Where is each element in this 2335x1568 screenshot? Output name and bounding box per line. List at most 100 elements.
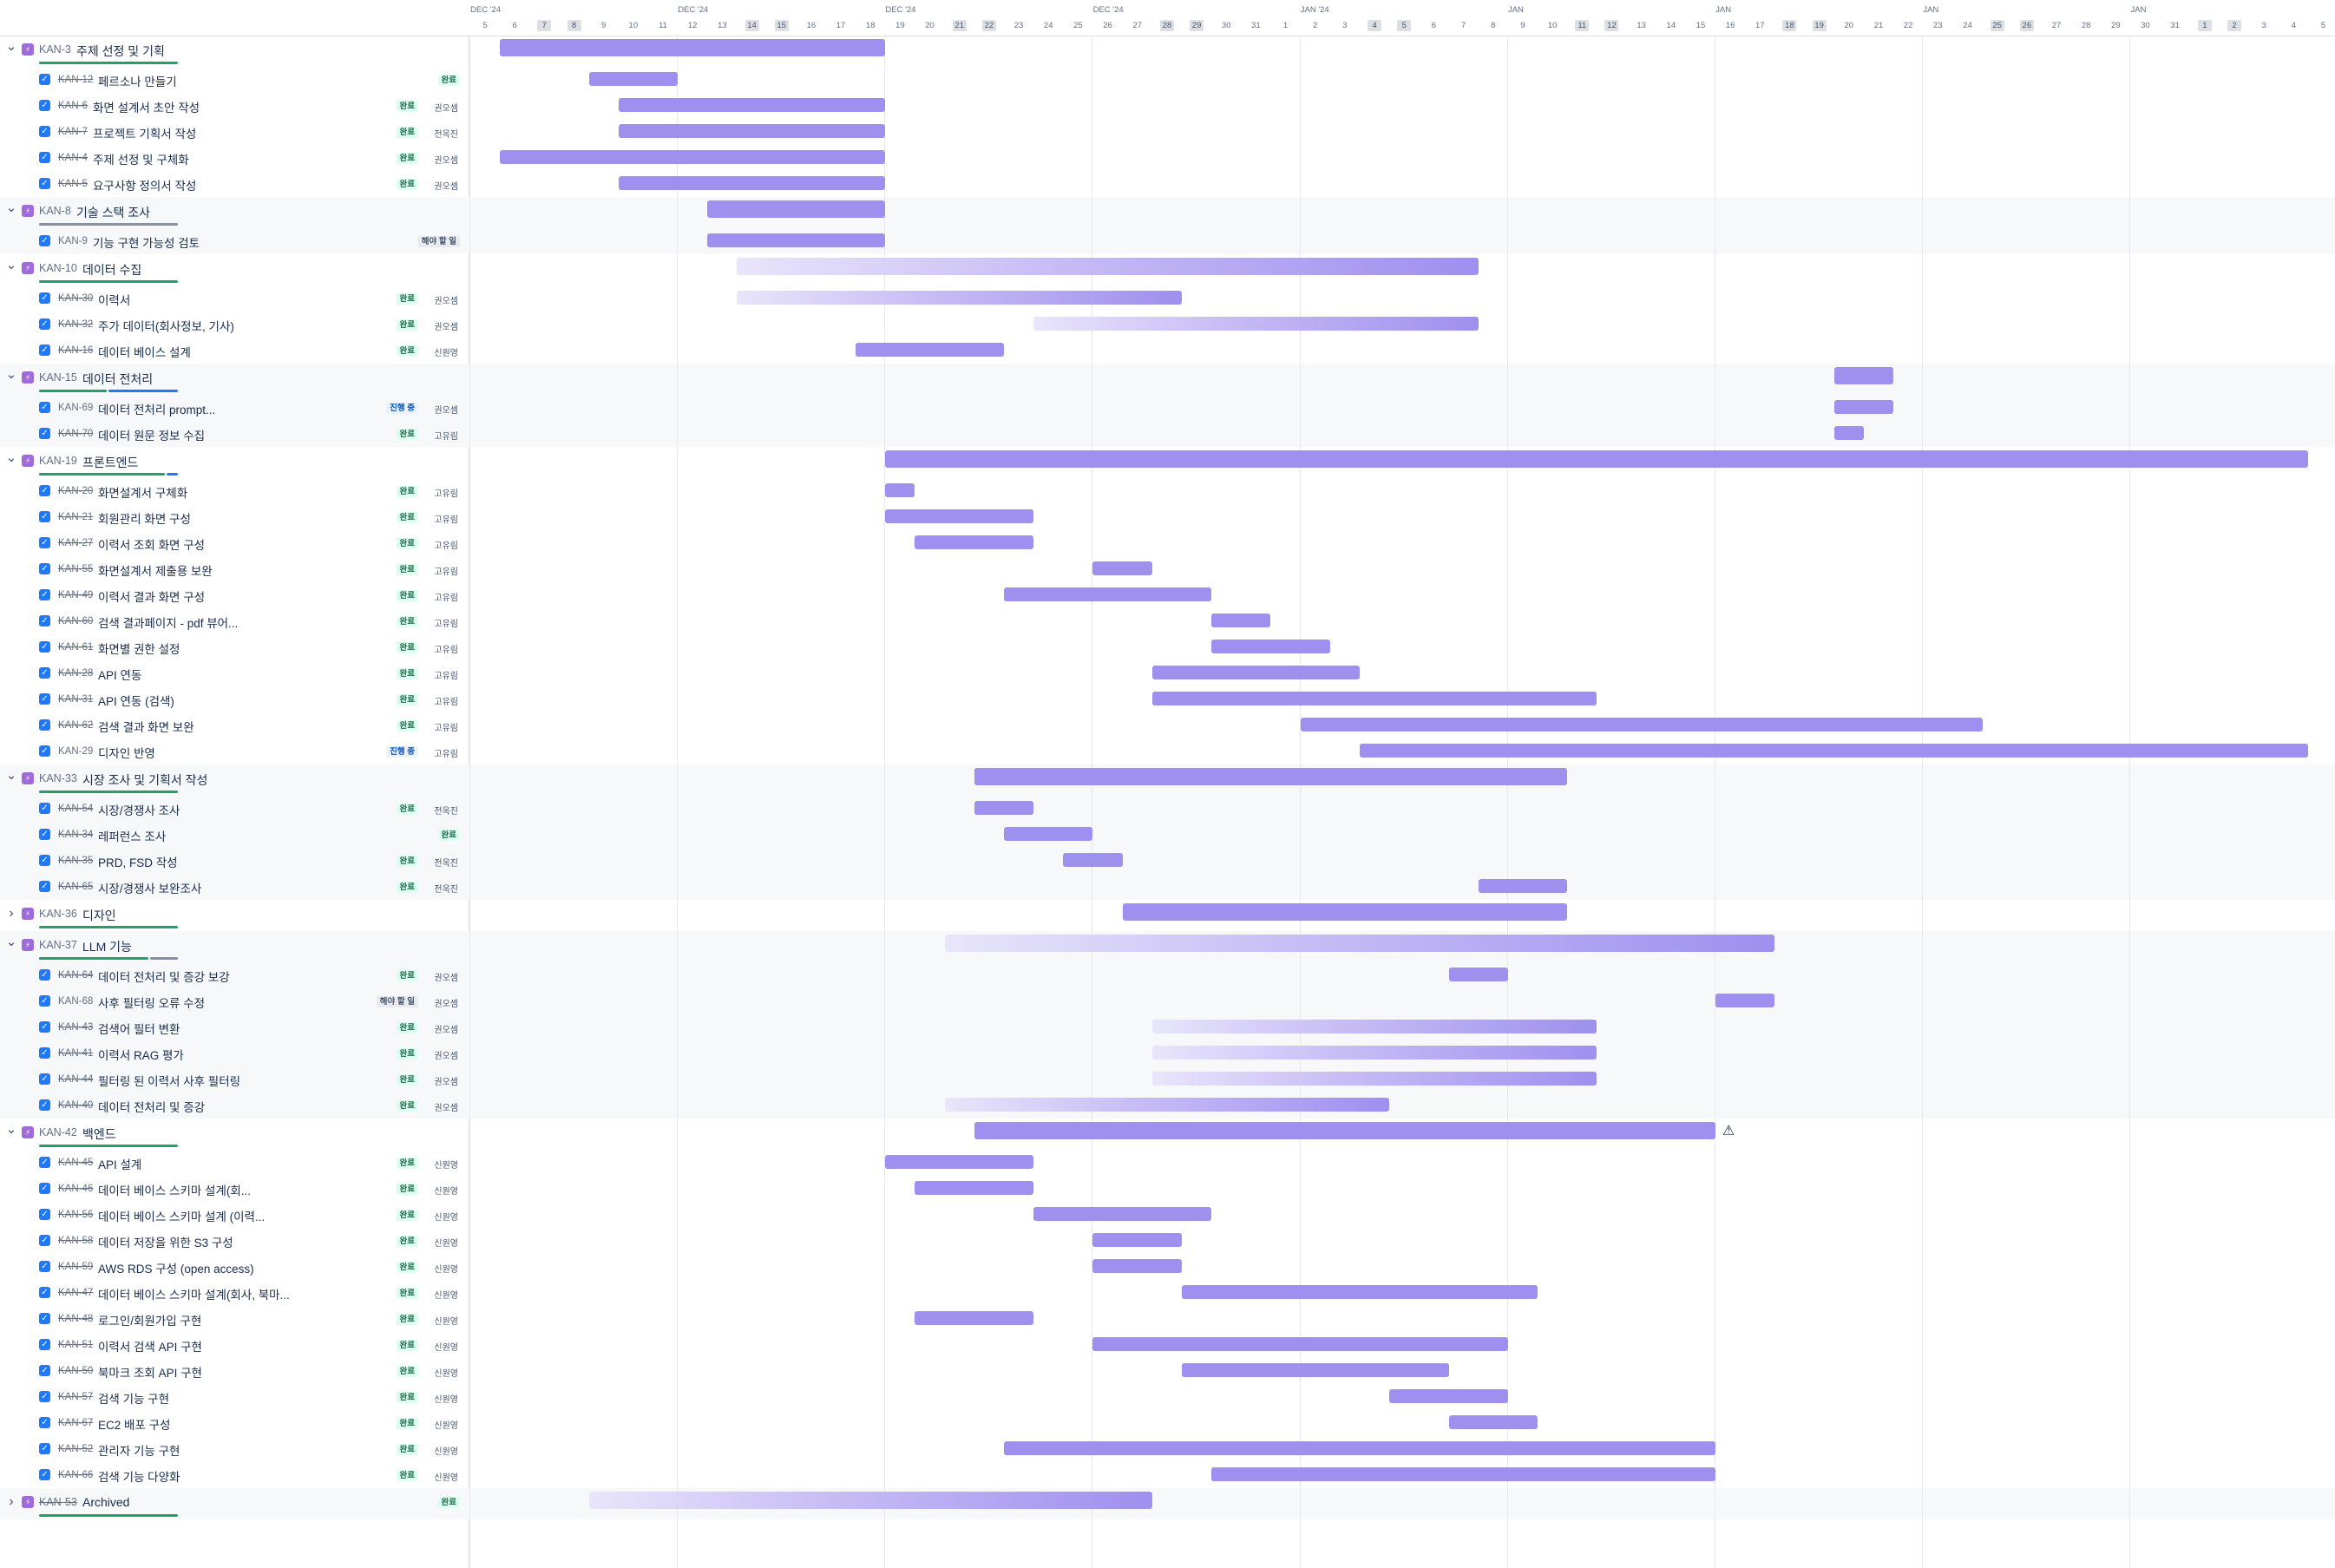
status-badge[interactable]: 완료 bbox=[396, 1392, 418, 1403]
task-row[interactable]: ✓ KAN-30 이력서 완료 권오셈 bbox=[0, 285, 469, 312]
chevron-down-icon[interactable]: ⌄ bbox=[5, 451, 17, 467]
issue-title[interactable]: 프론트엔드 bbox=[82, 454, 138, 471]
assignee-name[interactable]: 권오셈 bbox=[434, 101, 458, 114]
epic-timeline-bar[interactable] bbox=[588, 1492, 1152, 1509]
assignee-name[interactable]: 권오셈 bbox=[434, 996, 458, 1009]
assignee-name[interactable]: 신원영 bbox=[434, 1262, 458, 1275]
issue-key[interactable]: KAN-35 bbox=[58, 856, 93, 866]
issue-title[interactable]: 검색 결과 화면 보완 bbox=[98, 718, 194, 735]
status-badge[interactable]: 완료 bbox=[396, 804, 418, 815]
task-timeline-bar[interactable] bbox=[500, 150, 886, 164]
issue-key[interactable]: KAN-49 bbox=[58, 590, 93, 600]
status-badge[interactable]: 완료 bbox=[396, 668, 418, 679]
issue-title[interactable]: 디자인 반영 bbox=[98, 744, 155, 761]
task-timeline-bar[interactable] bbox=[1151, 1020, 1597, 1033]
status-badge[interactable]: 완료 bbox=[437, 75, 460, 86]
issue-title[interactable]: 검색 결과페이지 - pdf 뷰어... bbox=[98, 613, 238, 631]
issue-title[interactable]: 요구사항 정의서 작성 bbox=[93, 176, 196, 194]
chevron-down-icon[interactable]: ⌄ bbox=[5, 1123, 17, 1138]
issue-key[interactable]: KAN-33 bbox=[39, 772, 77, 784]
issue-title[interactable]: 시장/경쟁사 보완조사 bbox=[98, 879, 201, 896]
issue-key[interactable]: KAN-3 bbox=[39, 43, 71, 56]
issue-key[interactable]: KAN-68 bbox=[58, 996, 93, 1007]
issue-title[interactable]: 주제 선정 및 기획 bbox=[76, 43, 165, 60]
chevron-down-icon[interactable]: ⌄ bbox=[5, 201, 17, 217]
issue-key[interactable]: KAN-43 bbox=[58, 1022, 93, 1033]
task-timeline-bar[interactable] bbox=[1833, 400, 1894, 414]
task-timeline-bar[interactable] bbox=[1151, 1046, 1597, 1060]
task-row[interactable]: ✓ KAN-51 이력서 검색 API 구현 완료 신원영 bbox=[0, 1332, 469, 1358]
epic-timeline-bar[interactable] bbox=[944, 935, 1775, 952]
issue-key[interactable]: KAN-37 bbox=[39, 939, 77, 951]
issue-key[interactable]: KAN-41 bbox=[58, 1048, 93, 1059]
chevron-down-icon[interactable]: ⌄ bbox=[5, 40, 17, 56]
issue-key[interactable]: KAN-10 bbox=[39, 262, 77, 274]
issue-key[interactable]: KAN-8 bbox=[39, 205, 71, 217]
issue-title[interactable]: 시장/경쟁사 조사 bbox=[98, 801, 180, 818]
issue-title[interactable]: API 연동 (검색) bbox=[98, 692, 174, 709]
task-timeline-bar[interactable] bbox=[915, 1181, 1034, 1195]
assignee-name[interactable]: 고유림 bbox=[434, 720, 458, 733]
issue-title[interactable]: 이력서 RAG 평가 bbox=[98, 1046, 184, 1063]
assignee-name[interactable]: 권오셈 bbox=[434, 293, 458, 306]
task-timeline-bar[interactable] bbox=[885, 483, 915, 497]
task-timeline-bar[interactable] bbox=[1715, 994, 1775, 1007]
issue-title[interactable]: 디자인 bbox=[82, 907, 116, 924]
status-badge[interactable]: 완료 bbox=[396, 1100, 418, 1112]
assignee-name[interactable]: 전옥진 bbox=[434, 856, 458, 869]
assignee-name[interactable]: 고유림 bbox=[434, 694, 458, 707]
issue-title[interactable]: 기술 스택 조사 bbox=[76, 204, 150, 221]
task-row[interactable]: ✓ KAN-29 디자인 반영 진행 중 고유림 bbox=[0, 738, 469, 764]
issue-key[interactable]: KAN-30 bbox=[58, 293, 93, 304]
task-timeline-bar[interactable] bbox=[915, 1311, 1034, 1325]
assignee-name[interactable]: 권오셈 bbox=[434, 1074, 458, 1087]
issue-title[interactable]: 기능 구현 가능성 검토 bbox=[93, 233, 200, 251]
issue-title[interactable]: 주가 데이터(회사정보, 기사) bbox=[98, 317, 234, 334]
task-timeline-bar[interactable] bbox=[1478, 879, 1568, 893]
issue-title[interactable]: 이력서 조회 화면 구성 bbox=[98, 535, 205, 553]
task-row[interactable]: ✓ KAN-59 AWS RDS 구성 (open access) 완료 신원영 bbox=[0, 1254, 469, 1280]
issue-key[interactable]: KAN-59 bbox=[58, 1262, 93, 1272]
chevron-down-icon[interactable]: ⌄ bbox=[5, 368, 17, 384]
task-timeline-bar[interactable] bbox=[885, 509, 1034, 523]
status-badge[interactable]: 완료 bbox=[396, 127, 418, 138]
issue-title[interactable]: 데이터 전처리 prompt... bbox=[98, 400, 215, 417]
issue-key[interactable]: KAN-54 bbox=[58, 804, 93, 814]
task-timeline-bar[interactable] bbox=[1300, 718, 1983, 732]
task-row[interactable]: ✓ KAN-60 검색 결과페이지 - pdf 뷰어... 완료 고유림 bbox=[0, 608, 469, 634]
status-badge[interactable]: 완료 bbox=[396, 1340, 418, 1351]
epic-timeline-bar[interactable] bbox=[500, 39, 886, 56]
issue-key[interactable]: KAN-6 bbox=[58, 101, 88, 111]
issue-key[interactable]: KAN-12 bbox=[58, 75, 93, 85]
issue-title[interactable]: API 연동 bbox=[98, 666, 141, 683]
issue-key[interactable]: KAN-65 bbox=[58, 882, 93, 892]
task-timeline-bar[interactable] bbox=[1389, 1389, 1508, 1403]
task-timeline-bar[interactable] bbox=[856, 343, 1004, 357]
task-row[interactable]: ✓ KAN-46 데이터 베이스 스키마 설계(회... 완료 신원영 bbox=[0, 1176, 469, 1202]
status-badge[interactable]: 진행 중 bbox=[386, 746, 418, 758]
issue-key[interactable]: KAN-45 bbox=[58, 1158, 93, 1168]
issue-key[interactable]: KAN-27 bbox=[58, 538, 93, 548]
chevron-right-icon[interactable]: › bbox=[5, 1495, 17, 1509]
chevron-down-icon[interactable]: ⌄ bbox=[5, 769, 17, 784]
task-timeline-bar[interactable] bbox=[1003, 1441, 1716, 1455]
task-timeline-bar[interactable] bbox=[1360, 744, 2309, 758]
assignee-name[interactable]: 고유림 bbox=[434, 590, 458, 603]
assignee-name[interactable]: 신원영 bbox=[434, 1210, 458, 1223]
issue-title[interactable]: PRD, FSD 작성 bbox=[98, 853, 178, 870]
task-row[interactable]: ✓ KAN-40 데이터 전처리 및 증강 완료 권오셈 bbox=[0, 1092, 469, 1119]
status-badge[interactable]: 완료 bbox=[437, 830, 460, 841]
issue-title[interactable]: 로그인/회원가입 구현 bbox=[98, 1311, 201, 1329]
issue-key[interactable]: KAN-52 bbox=[58, 1444, 93, 1454]
status-badge[interactable]: 완료 bbox=[396, 1470, 418, 1481]
assignee-name[interactable]: 권오셈 bbox=[434, 153, 458, 166]
issue-key[interactable]: KAN-53 bbox=[39, 1496, 77, 1508]
task-timeline-bar[interactable] bbox=[707, 233, 886, 247]
issue-key[interactable]: KAN-69 bbox=[58, 403, 93, 413]
task-row[interactable]: ✓ KAN-32 주가 데이터(회사정보, 기사) 완료 권오셈 bbox=[0, 312, 469, 338]
issue-key[interactable]: KAN-62 bbox=[58, 720, 93, 731]
task-timeline-bar[interactable] bbox=[1151, 666, 1360, 679]
task-row[interactable]: ✓ KAN-48 로그인/회원가입 구현 완료 신원영 bbox=[0, 1306, 469, 1332]
issue-key[interactable]: KAN-56 bbox=[58, 1210, 93, 1220]
issue-key[interactable]: KAN-60 bbox=[58, 616, 93, 627]
